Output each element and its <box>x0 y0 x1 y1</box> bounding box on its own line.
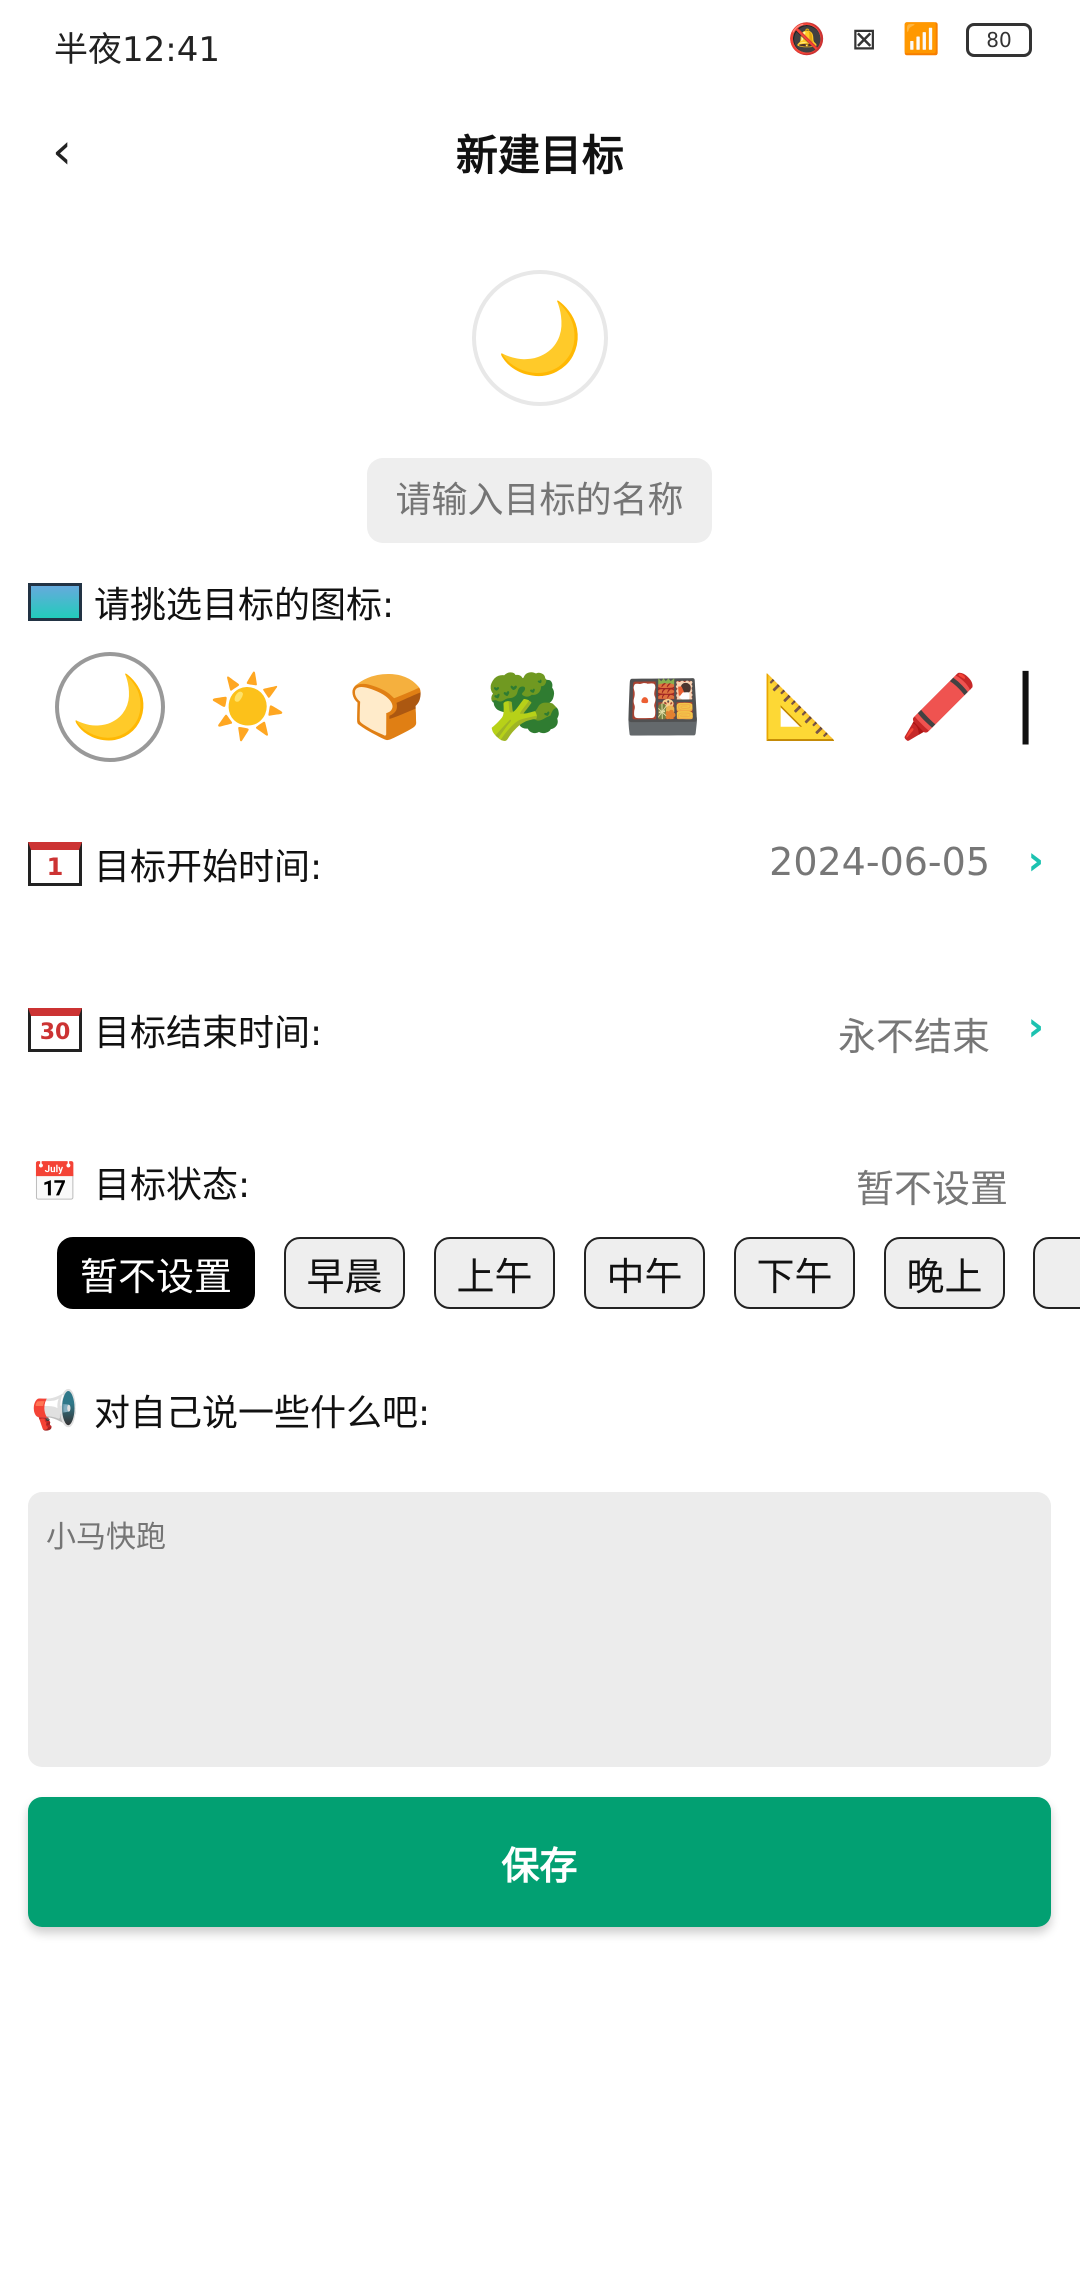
calendar-clock-icon: 📅 <box>31 1159 79 1204</box>
chevron-right-icon[interactable]: › <box>1028 1004 1044 1050</box>
icon-option-toast-icon[interactable]: 🍞 <box>332 652 442 762</box>
icon-option-food-cloche-icon[interactable]: 🍱 <box>608 652 718 762</box>
calendar-icon: 1 <box>28 842 82 886</box>
sim-off-icon: ⊠ <box>851 22 877 57</box>
status-option-partial[interactable] <box>1033 1237 1080 1309</box>
icon-picker: 🌙 ☀️ 🍞 🥦 🍱 📐 🖍️ ▏ <box>0 652 1080 764</box>
message-label-row: 📢 对自己说一些什么吧: <box>28 1384 430 1436</box>
wifi-icon: 📶 <box>902 22 940 57</box>
chevron-right-icon[interactable]: › <box>1028 838 1044 884</box>
icon-picker-label-row: 请挑选目标的图标: <box>28 576 394 628</box>
icon-option-partial-icon[interactable]: ▏ <box>992 652 1080 762</box>
goal-avatar: 🌙 <box>472 270 608 406</box>
page-title: 新建目标 <box>455 131 624 180</box>
status-option[interactable]: 早晨 <box>284 1237 405 1309</box>
mute-icon: 🔕 <box>788 22 826 57</box>
status-option[interactable]: 晚上 <box>884 1237 1005 1309</box>
end-time-label: 目标结束时间: <box>94 1013 323 1054</box>
icon-picker-label: 请挑选目标的图标: <box>94 585 395 626</box>
battery-icon: 80 <box>966 22 1032 57</box>
landscape-image-icon <box>28 583 82 621</box>
start-time-label: 目标开始时间: <box>94 847 323 888</box>
goal-status-label: 目标状态: <box>94 1165 251 1206</box>
goal-status-value: 暂不设置 <box>855 1167 1008 1211</box>
status-option[interactable]: 上午 <box>434 1237 555 1309</box>
save-button[interactable]: 保存 <box>28 1797 1051 1927</box>
end-time-row[interactable]: 30 目标结束时间: <box>28 1004 322 1056</box>
icon-option-meal-plate-icon[interactable]: 🥦 <box>470 652 580 762</box>
status-time: 半夜12:41 <box>54 30 220 70</box>
start-time-row[interactable]: 1 目标开始时间: <box>28 838 322 890</box>
megaphone-icon: 📢 <box>31 1387 79 1432</box>
message-textarea[interactable] <box>28 1492 1051 1767</box>
end-time-value[interactable]: 永不结束 <box>838 1006 990 1061</box>
moon-cloud-icon: 🌙 <box>496 296 584 379</box>
calendar-icon: 30 <box>28 1008 82 1052</box>
icon-option-moon-cloud-icon[interactable]: 🌙 <box>55 652 165 762</box>
status-icons: 🔕 ⊠ 📶 80 <box>788 22 1032 57</box>
back-button[interactable]: ‹ <box>52 122 72 180</box>
goal-name-input[interactable] <box>367 458 712 543</box>
icon-option-highlighter-icon[interactable]: 🖍️ <box>884 652 994 762</box>
start-time-value[interactable]: 2024-06-05 <box>769 840 990 884</box>
icon-option-sun-icon[interactable]: ☀️ <box>193 652 303 762</box>
status-option[interactable]: 下午 <box>734 1237 855 1309</box>
chevron-left-icon: ‹ <box>52 122 72 180</box>
icon-option-ruler-pencil-icon[interactable]: 📐 <box>746 652 856 762</box>
message-label: 对自己说一些什么吧: <box>94 1393 431 1434</box>
status-option[interactable]: 中午 <box>584 1237 705 1309</box>
status-option[interactable]: 暂不设置 <box>57 1237 255 1309</box>
goal-status-row: 📅 目标状态: <box>28 1156 250 1208</box>
